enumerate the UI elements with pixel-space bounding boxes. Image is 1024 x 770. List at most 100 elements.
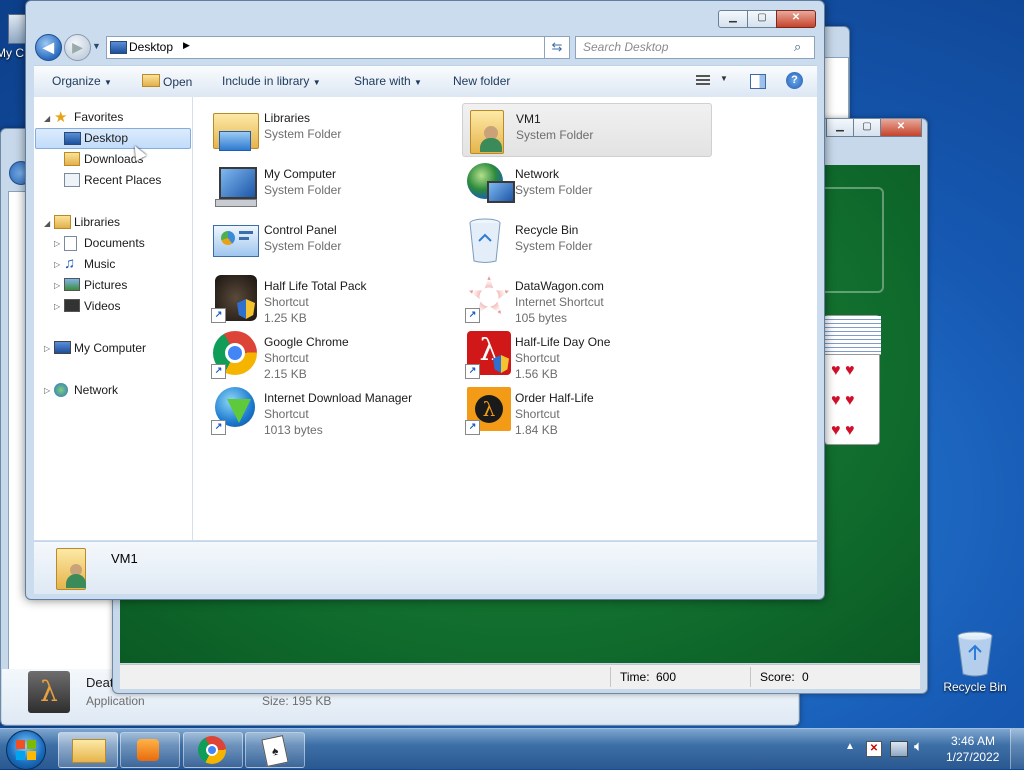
address-bar[interactable]: Desktop ▶ ▼ (106, 36, 569, 59)
item-name: DataWagon.com (515, 279, 604, 293)
search-box[interactable]: Search Desktop ⌕ (575, 36, 815, 59)
start-button[interactable] (6, 730, 46, 770)
desktop-icon-recycle-bin[interactable]: Recycle Bin (938, 630, 1012, 694)
item-type: System Folder (264, 127, 342, 141)
expand-arrow-icon[interactable]: ◢ (44, 219, 50, 228)
breadcrumb-chevron-icon[interactable]: ▶ (183, 40, 190, 51)
open-label: Open (163, 75, 193, 89)
collapse-arrow-icon[interactable]: ▷ (44, 386, 50, 395)
folder-open-icon (142, 74, 160, 87)
item-size: 105 bytes (515, 311, 568, 325)
clock-date[interactable]: 1/27/2022 (946, 750, 999, 764)
application-icon: λ (28, 671, 70, 713)
close-button[interactable]: ✕ (776, 10, 816, 28)
item-name: Deat (86, 675, 114, 690)
taskbar-explorer[interactable] (58, 732, 118, 768)
collapse-arrow-icon[interactable]: ▷ (54, 260, 60, 269)
item-name: VM1 (516, 112, 541, 126)
music-icon: ♫ (64, 255, 76, 272)
playing-card-stack[interactable]: ♥ ♥ ♥ ♥ ♥ ♥ (824, 315, 881, 445)
collapse-arrow-icon[interactable]: ▷ (54, 281, 60, 290)
item-my-computer[interactable]: My Computer System Folder (211, 159, 459, 211)
half-life-logo-icon: λ ↗ (465, 385, 513, 435)
action-center-icon[interactable]: ✕ (866, 741, 882, 757)
search-icon[interactable]: ⌕ (794, 39, 801, 55)
clock-time[interactable]: 3:46 AM (951, 734, 995, 748)
nav-label: Desktop (84, 131, 129, 145)
desktop-icon-label: Recycle Bin (943, 680, 1007, 694)
cards-icon: ♠ (261, 735, 289, 767)
preview-pane-button[interactable] (750, 74, 766, 89)
arrow-right-icon: ▶ (72, 39, 83, 55)
include-in-library-button[interactable]: Include in library ▼ (222, 74, 321, 88)
card-backs (825, 316, 881, 355)
recycle-bin-icon (465, 217, 513, 265)
volume-icon[interactable]: 🔈︎ (914, 738, 923, 755)
desktop-icon (64, 132, 81, 145)
back-button[interactable]: ◀ (35, 34, 62, 61)
score-value: 0 (802, 670, 809, 684)
item-type: Shortcut (264, 351, 309, 365)
forward-button[interactable]: ▶ (64, 34, 91, 61)
item-vm1[interactable]: VM1 System Folder (462, 103, 712, 157)
command-bar: Organize ▼ Open Include in library ▼ Sha… (34, 65, 817, 98)
collapse-arrow-icon[interactable]: ▷ (54, 239, 60, 248)
chevron-down-icon: ▼ (104, 78, 112, 87)
chevron-down-icon: ▼ (720, 74, 728, 83)
item-size: 1.25 KB (264, 311, 307, 325)
item-datawagon[interactable]: ↗ DataWagon.com Internet Shortcut 105 by… (462, 271, 710, 325)
item-internet-download-manager[interactable]: ↗ Internet Download Manager Shortcut 101… (211, 383, 459, 437)
collapse-arrow-icon[interactable]: ▷ (44, 344, 50, 353)
item-half-life-total-pack[interactable]: ↗ Half Life Total Pack Shortcut 1.25 KB (211, 271, 459, 325)
item-name: Half-Life Day One (515, 335, 611, 349)
network-tray-icon[interactable] (890, 741, 908, 757)
recent-pages-dropdown[interactable]: ▼ (92, 41, 101, 51)
item-libraries[interactable]: Libraries System Folder (211, 103, 459, 155)
item-name: My Computer (264, 167, 337, 181)
shortcut-arrow-icon: ↗ (465, 364, 480, 379)
taskbar-solitaire[interactable]: ♠ (245, 732, 305, 768)
item-control-panel[interactable]: Control Panel System Folder (211, 215, 459, 267)
close-button[interactable]: ✕ (880, 119, 922, 137)
collapse-arrow-icon[interactable]: ▷ (54, 302, 60, 311)
help-button[interactable]: ? (786, 72, 803, 89)
search-placeholder: Search Desktop (583, 40, 669, 54)
maximize-button[interactable]: ▢ (747, 10, 777, 28)
media-player-icon (137, 739, 159, 761)
item-type: Application (86, 694, 145, 708)
nav-label: Favorites (74, 110, 124, 124)
open-button[interactable]: Open (142, 74, 192, 89)
shortcut-arrow-icon: ↗ (211, 420, 226, 435)
item-google-chrome[interactable]: ↗ Google Chrome Shortcut 2.15 KB (211, 327, 459, 381)
videos-icon (64, 299, 80, 312)
show-hidden-icons-button[interactable]: ▲ (845, 741, 855, 752)
item-name: Control Panel (264, 223, 337, 237)
item-recycle-bin[interactable]: Recycle Bin System Folder (462, 215, 710, 267)
expand-arrow-icon[interactable]: ◢ (44, 114, 50, 123)
taskbar-chrome[interactable] (183, 732, 243, 768)
minimize-button[interactable]: ▁ (826, 119, 854, 137)
item-half-life-day-one[interactable]: λ ↗ Half-Life Day One Shortcut 1.56 KB (462, 327, 710, 381)
maximize-button[interactable]: ▢ (853, 119, 881, 137)
item-size: Size: 195 KB (262, 694, 332, 708)
refresh-button[interactable]: ⇆ (544, 36, 570, 59)
user-folder-icon (466, 106, 514, 154)
taskbar-media-player[interactable] (120, 732, 180, 768)
item-size: 1013 bytes (264, 423, 323, 437)
change-view-button[interactable]: ▼ (696, 73, 730, 89)
explorer-window[interactable]: ▁ ▢ ✕ ◀ ▶ ▼ Desktop ▶ ▼ ⇆ Search Desktop… (25, 0, 825, 600)
minimize-button[interactable]: ▁ (718, 10, 748, 28)
shortcut-arrow-icon: ↗ (211, 308, 226, 323)
show-desktop-button[interactable] (1010, 729, 1024, 769)
network-icon (465, 161, 515, 209)
item-order-half-life[interactable]: λ ↗ Order Half-Life Shortcut 1.84 KB (462, 383, 710, 437)
share-with-button[interactable]: Share with ▼ (354, 74, 422, 88)
item-type: System Folder (516, 128, 594, 142)
item-name: Order Half-Life (515, 391, 594, 405)
new-folder-button[interactable]: New folder (453, 74, 510, 88)
organize-button[interactable]: Organize ▼ (52, 74, 112, 88)
item-type: Shortcut (264, 407, 309, 421)
navigation-pane: ◢ ★ Favorites Desktop Downloads Recent P… (34, 97, 193, 540)
datawagon-icon: ↗ (465, 273, 513, 323)
item-network[interactable]: Network System Folder (462, 159, 710, 211)
